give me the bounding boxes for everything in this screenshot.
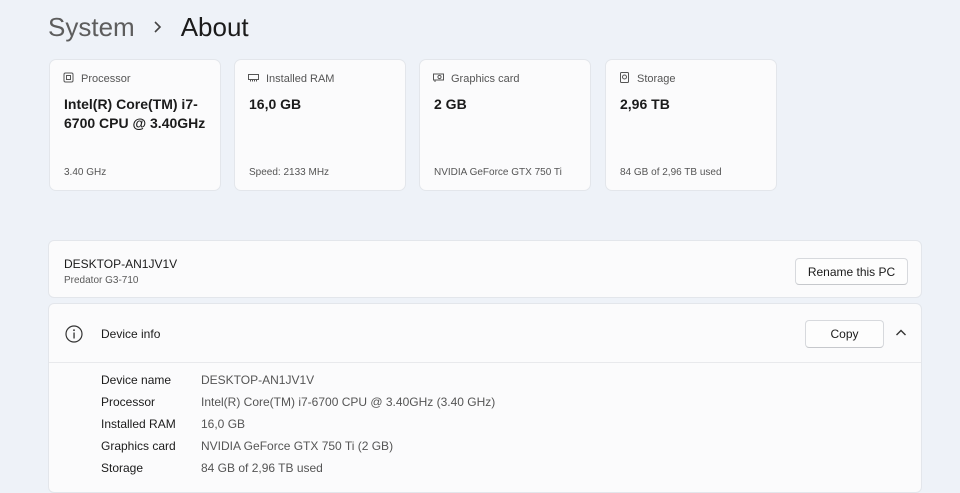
spec-label: Storage xyxy=(101,461,144,475)
ram-speed: Speed: 2133 MHz xyxy=(249,167,330,178)
graphics-card-value: 2 GB xyxy=(434,96,467,112)
graphics-card-model: NVIDIA GeForce GTX 750 Ti xyxy=(434,167,562,178)
storage-label: Storage xyxy=(637,73,676,85)
graphics-card-card: Graphics card 2 GB NVIDIA GeForce GTX 75… xyxy=(419,59,591,191)
storage-value: 2,96 TB xyxy=(620,96,670,112)
spec-row-device-name: Device name DESKTOP-AN1JV1V xyxy=(101,373,314,389)
spec-row-installed-ram: Installed RAM 16,0 GB xyxy=(101,417,245,433)
device-info-panel: Device info Copy Device name DESKTOP-AN1… xyxy=(48,303,922,493)
graphics-card-label: Graphics card xyxy=(451,73,520,85)
spec-row-processor: Processor Intel(R) Core(TM) i7-6700 CPU … xyxy=(101,395,495,411)
chevron-up-icon[interactable] xyxy=(894,326,908,340)
info-icon xyxy=(64,324,84,344)
ram-value: 16,0 GB xyxy=(249,96,302,112)
rename-pc-button[interactable]: Rename this PC xyxy=(795,258,908,285)
chevron-right-icon xyxy=(149,18,167,36)
processor-icon xyxy=(63,72,74,86)
spec-row-storage: Storage 84 GB of 2,96 TB used xyxy=(101,461,323,477)
pc-model: Predator G3-710 xyxy=(64,275,139,286)
spec-value[interactable]: 16,0 GB xyxy=(201,417,245,433)
ram-card: Installed RAM 16,0 GB Speed: 2133 MHz xyxy=(234,59,406,191)
storage-used: 84 GB of 2,96 TB used xyxy=(620,167,722,178)
spec-label: Graphics card xyxy=(101,439,176,453)
spec-value[interactable]: Intel(R) Core(TM) i7-6700 CPU @ 3.40GHz … xyxy=(201,395,495,411)
processor-card: Processor Intel(R) Core(TM) i7-6700 CPU … xyxy=(49,59,221,191)
ram-icon xyxy=(248,72,259,86)
graphics-card-icon xyxy=(433,72,444,86)
spec-row-graphics-card: Graphics card NVIDIA GeForce GTX 750 Ti … xyxy=(101,439,393,455)
storage-card: Storage 2,96 TB 84 GB of 2,96 TB used xyxy=(605,59,777,191)
spec-value[interactable]: 84 GB of 2,96 TB used xyxy=(201,461,323,477)
breadcrumb: System About xyxy=(48,10,249,44)
spec-value[interactable]: NVIDIA GeForce GTX 750 Ti (2 GB) xyxy=(201,439,393,455)
copy-button[interactable]: Copy xyxy=(805,320,884,348)
spec-value[interactable]: DESKTOP-AN1JV1V xyxy=(201,373,314,389)
breadcrumb-system[interactable]: System xyxy=(48,12,135,43)
pc-name: DESKTOP-AN1JV1V xyxy=(64,257,178,271)
pc-name-panel: DESKTOP-AN1JV1V Predator G3-710 Rename t… xyxy=(48,240,922,298)
storage-icon xyxy=(619,72,630,86)
divider xyxy=(49,362,921,363)
ram-label: Installed RAM xyxy=(266,73,335,85)
processor-value: Intel(R) Core(TM) i7-6700 CPU @ 3.40GHz xyxy=(64,96,206,131)
processor-label: Processor xyxy=(81,73,131,85)
processor-speed: 3.40 GHz xyxy=(64,167,107,178)
spec-label: Device name xyxy=(101,373,172,387)
page-title: About xyxy=(180,11,249,42)
device-info-title[interactable]: Device info xyxy=(101,327,160,341)
spec-label: Processor xyxy=(101,395,156,409)
spec-label: Installed RAM xyxy=(101,417,176,431)
